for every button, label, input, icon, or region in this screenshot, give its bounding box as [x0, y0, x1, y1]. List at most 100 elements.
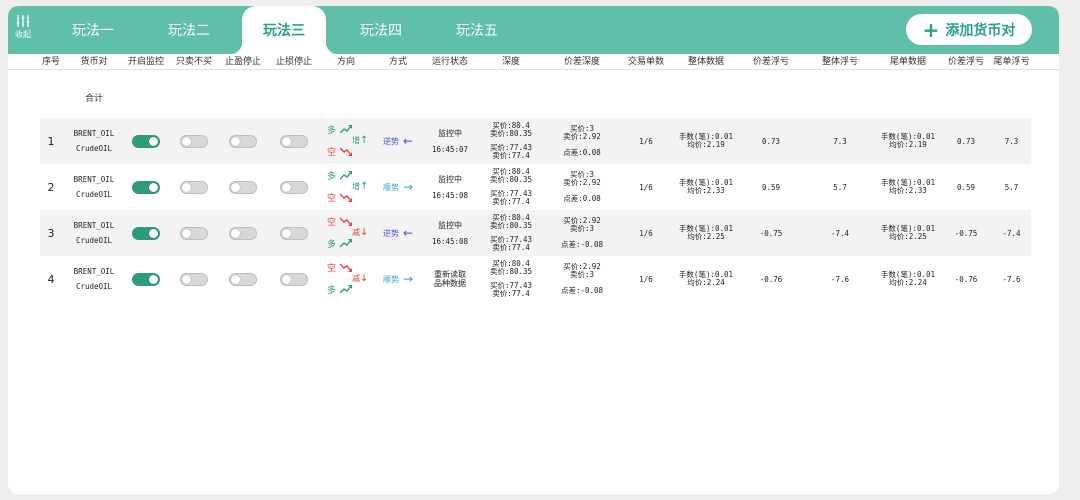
header-col-order-count: 交易单数	[627, 57, 664, 67]
header-col-spread-depth: 价差深度	[563, 57, 600, 67]
col-spread-loss-cell: 0.59	[738, 164, 804, 210]
add-currency-pair-button[interactable]: + 添加货币对	[906, 14, 1032, 45]
tab-3[interactable]: 玩法三	[230, 6, 338, 54]
pair-symbol-2: CrudeOIL	[75, 236, 113, 245]
tail-loss: 5.7	[1004, 182, 1019, 192]
spread-diff: 点差:0.08	[563, 194, 601, 203]
spread-group: 买价:2.92 卖价:3	[563, 263, 601, 279]
collapse-label: 收起	[15, 30, 31, 39]
toggle-knob	[182, 274, 191, 284]
position-action-label: 减	[352, 228, 360, 237]
monitor-toggle[interactable]	[132, 272, 160, 286]
overall-loss: -7.6	[830, 274, 850, 284]
app-window: 收起 玩法一 玩法二 玩法三 玩法四 玩法五 + 添加货币对 序号 货币对 开启监控…	[8, 6, 1059, 494]
col-status-cell: 重新读取品种数据	[422, 256, 478, 302]
col-seq-cell: 1	[40, 118, 62, 164]
col-status-cell: 监控中 16:45:07	[422, 118, 478, 164]
spread-sell: 卖价:3	[569, 270, 594, 279]
toggle-knob	[231, 274, 240, 284]
header-col-sell-only: 只卖不买	[175, 57, 212, 67]
arrow-left-icon: ←	[402, 133, 414, 148]
arrow-right-icon: →	[402, 271, 414, 286]
run-time: 16:45:07	[431, 144, 469, 154]
tail-avg-price: 均价:2.33	[889, 186, 927, 195]
tab-1[interactable]: 玩法一	[60, 6, 126, 54]
stop-loss-stop-toggle[interactable]	[280, 272, 308, 286]
col-seq-cell: 2	[40, 164, 62, 210]
direction-bottom: 多	[327, 286, 337, 296]
depth-group-1: 买价:80.4 卖价:80.35	[490, 122, 532, 138]
sell-only-toggle[interactable]	[180, 134, 208, 148]
position-action-label: 减	[352, 274, 360, 283]
col-monitor-cell	[122, 118, 170, 164]
collapse-icon	[16, 15, 30, 27]
monitor-toggle[interactable]	[132, 180, 160, 194]
sell-only-toggle[interactable]	[180, 272, 208, 286]
col-sell-only-cell	[170, 256, 218, 302]
tail-loss: -7.6	[1002, 274, 1021, 284]
header-col-stop-loss-stop: 止损停止	[275, 57, 312, 67]
direction-top: 空	[327, 264, 337, 274]
col-spread-loss-cell: -0.75	[738, 210, 804, 256]
tail-loss: -7.4	[1002, 228, 1021, 238]
header-col-status: 运行状态	[431, 57, 468, 67]
spread-diff: 点差:0.08	[563, 148, 601, 157]
col-depth-cell: 买价:80.4 卖价:80.35 买价:77.43 卖价:77.4	[478, 164, 544, 210]
trend-down-icon	[340, 193, 352, 202]
toggle-knob	[149, 136, 158, 146]
spread-loss: 0.59	[761, 182, 781, 192]
collapse-button[interactable]: 收起	[8, 14, 38, 40]
table-row: 4 BRENT_OIL CrudeOIL 空多减 ↓ 顺势 → 重新读取品种数据 买价:80.4…	[40, 256, 1031, 302]
col-spread-depth-cell: 买价:2.92 卖价:3 点差:-0.08	[548, 256, 616, 302]
row-number: 4	[47, 272, 55, 286]
run-status: 监控中	[438, 220, 462, 230]
sell-only-toggle[interactable]	[180, 226, 208, 240]
monitor-toggle[interactable]	[132, 134, 160, 148]
col-stop-loss-stop-cell	[270, 210, 318, 256]
spread-group: 买价:2.92 卖价:3	[563, 217, 601, 233]
take-profit-stop-toggle[interactable]	[229, 134, 257, 148]
take-profit-stop-toggle[interactable]	[229, 226, 257, 240]
run-status: 重新读取品种数据	[434, 270, 466, 288]
col-spread-depth-cell: 买价:2.92 卖价:3 点差:-0.08	[548, 210, 616, 256]
take-profit-stop-toggle[interactable]	[229, 180, 257, 194]
position-action: 增 ↑	[352, 135, 368, 146]
tab-5[interactable]: 玩法五	[444, 6, 510, 54]
col-overall-data-cell: 手数(笔):0.01 均价:2.33	[674, 164, 738, 210]
col-monitor-cell	[122, 210, 170, 256]
direction-top: 多	[327, 126, 337, 136]
header-col-depth: 深度	[501, 57, 520, 67]
col-tail-data-cell: 手数(笔):0.01 均价:2.24	[876, 256, 940, 302]
position-action: 减 ↓	[352, 273, 368, 284]
tab-4[interactable]: 玩法四	[348, 6, 414, 54]
spread-loss-2: 0.59	[956, 182, 976, 192]
toggle-knob	[282, 182, 291, 192]
col-take-profit-stop-cell	[218, 164, 268, 210]
arrow-right-icon: →	[402, 179, 414, 194]
stop-loss-stop-toggle[interactable]	[280, 134, 308, 148]
run-status: 监控中	[438, 128, 462, 138]
toggle-knob	[149, 274, 158, 284]
position-action-label: 增	[352, 182, 360, 191]
header-col-spread-loss-2: 价差浮亏	[947, 57, 984, 67]
spread-loss-2: -0.75	[954, 228, 978, 238]
sell-only-toggle[interactable]	[180, 180, 208, 194]
header-col-overall-data: 整体数据	[687, 57, 724, 67]
col-take-profit-stop-cell	[218, 118, 268, 164]
stop-loss-stop-toggle[interactable]	[280, 180, 308, 194]
tab-2[interactable]: 玩法二	[156, 6, 222, 54]
trend-up-icon	[340, 171, 352, 180]
stop-loss-stop-toggle[interactable]	[280, 226, 308, 240]
take-profit-stop-toggle[interactable]	[229, 272, 257, 286]
mode-label: 顺势	[382, 274, 399, 284]
toggle-knob	[282, 228, 291, 238]
depth-sell-2: 卖价:77.4	[492, 197, 530, 206]
run-time: 16:45:08	[431, 236, 469, 246]
table-row: 2 BRENT_OIL CrudeOIL 多空 增 ↑ 顺势 → 监控中 16:45:08 买价:8…	[40, 164, 1031, 210]
order-count: 1/6	[639, 228, 653, 238]
mode-label: 逆势	[382, 228, 399, 238]
arrow-down-icon: ↓	[360, 227, 369, 238]
monitor-toggle[interactable]	[132, 226, 160, 240]
depth-sell-2: 卖价:77.4	[492, 289, 530, 298]
depth-group-2: 买价:77.43 卖价:77.4	[490, 236, 532, 252]
